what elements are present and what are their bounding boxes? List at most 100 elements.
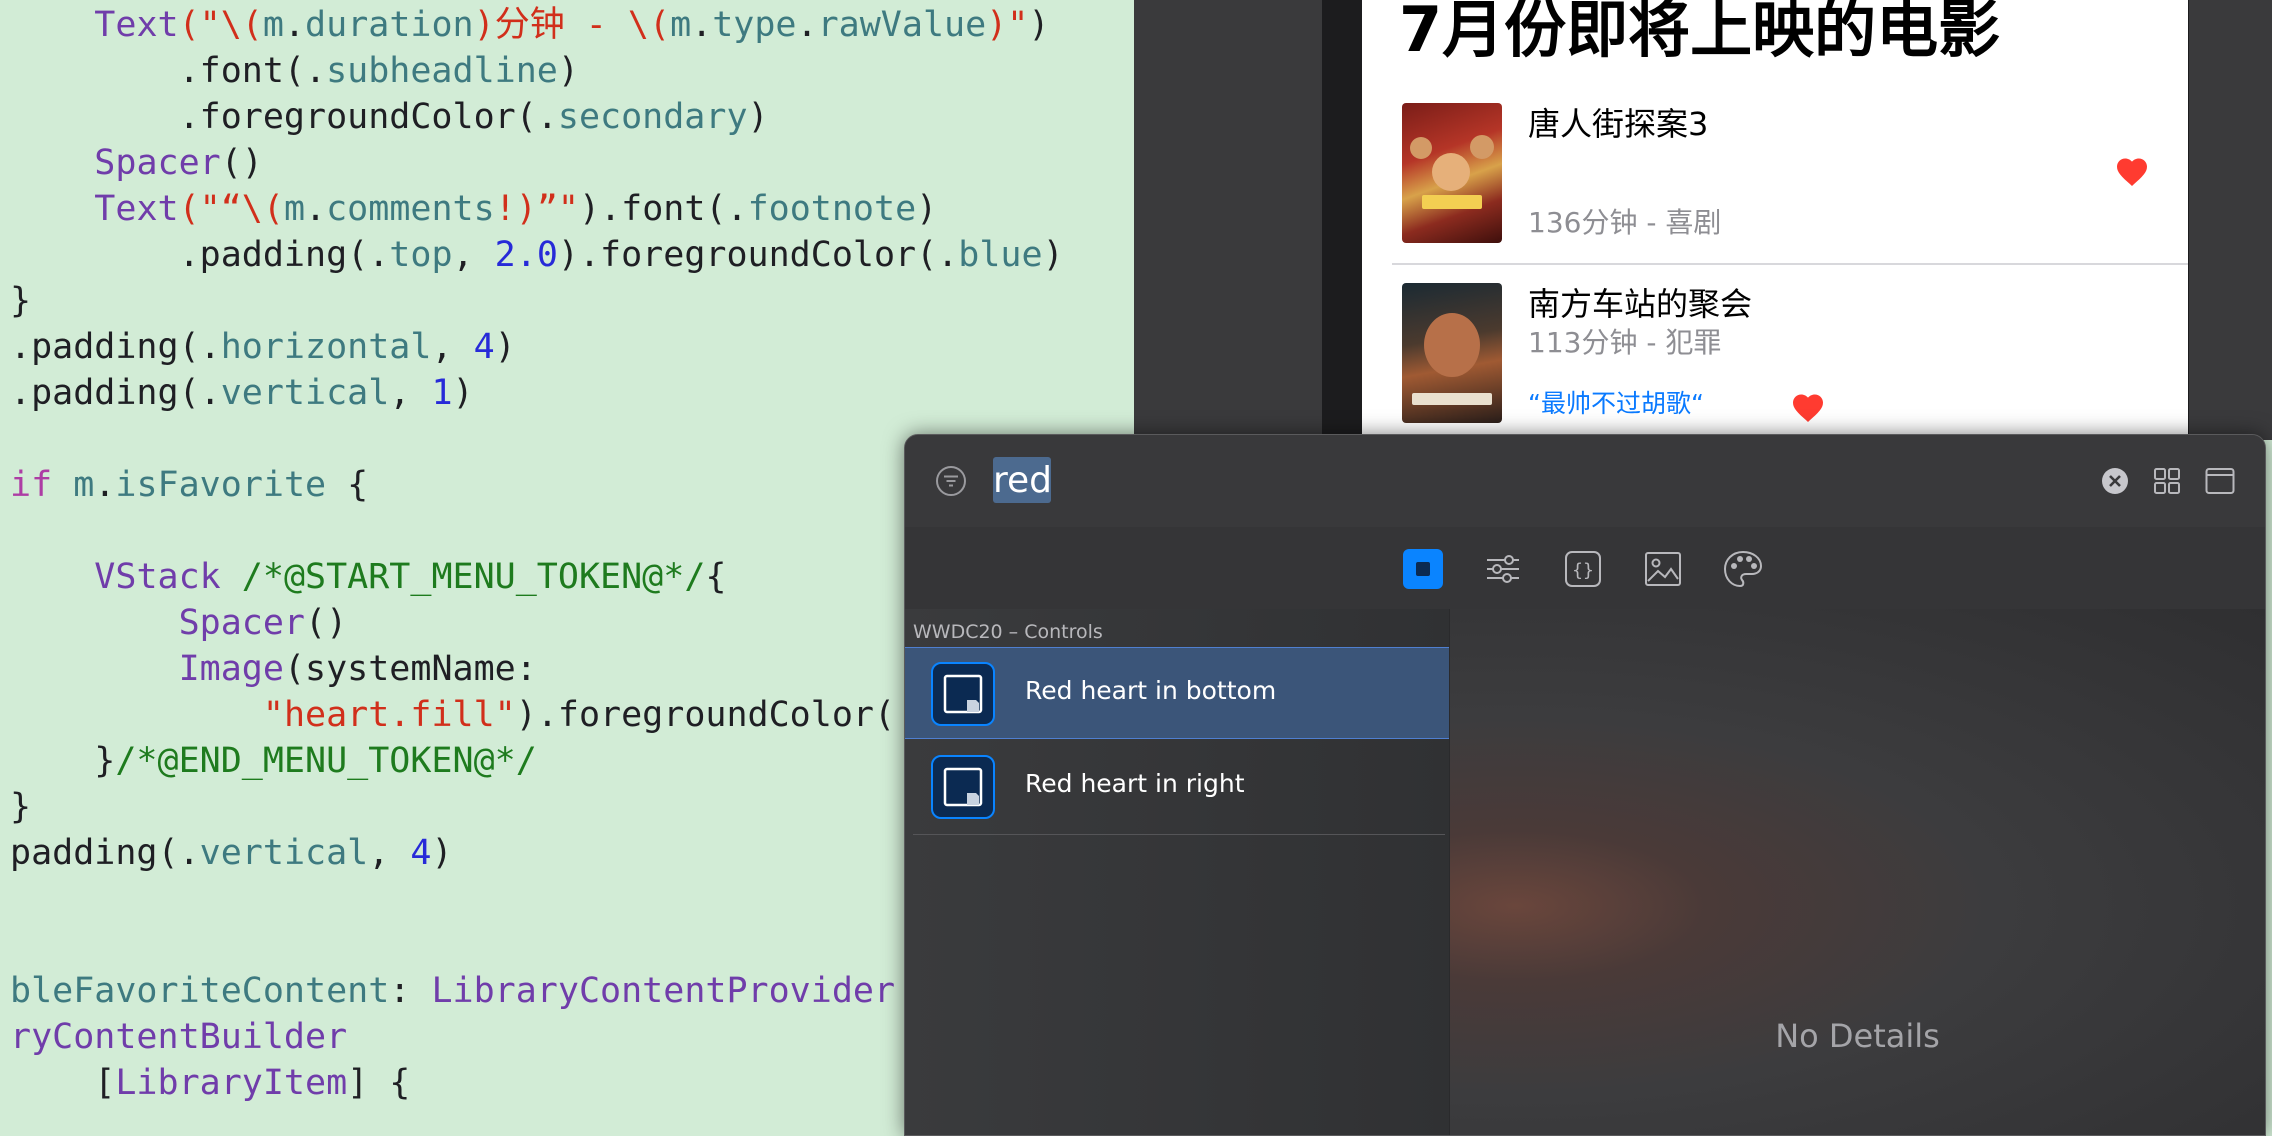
code-token: type bbox=[712, 5, 797, 45]
filter-icon[interactable] bbox=[935, 465, 967, 497]
library-panel: {} WWDC20 – Controls Red heart in bottom bbox=[904, 434, 2266, 1136]
code-token: comments bbox=[326, 189, 495, 229]
code-token: Text bbox=[94, 189, 179, 229]
grid-view-icon[interactable] bbox=[2153, 467, 2181, 495]
code-token: .padding(. bbox=[10, 327, 221, 367]
code-token: duration bbox=[305, 5, 474, 45]
code-line: } bbox=[10, 278, 31, 324]
code-line: padding(.vertical, 4) bbox=[10, 830, 453, 876]
code-token: /*@END_MENU_TOKEN@*/ bbox=[115, 741, 537, 781]
code-token: Spacer bbox=[178, 603, 306, 643]
movie-name: 唐人街探案3 bbox=[1528, 105, 1709, 143]
code-token: , bbox=[389, 373, 432, 413]
code-token: . bbox=[796, 5, 818, 45]
code-token: )" bbox=[986, 5, 1029, 45]
code-token: ("“\( bbox=[178, 189, 284, 229]
code-token: .font(. bbox=[10, 51, 327, 91]
code-token: : bbox=[389, 971, 432, 1011]
code-token: horizontal bbox=[220, 327, 432, 367]
code-line: ryContentBuilder bbox=[10, 1014, 347, 1060]
code-line: Text("“\(m.comments!)”").font(.footnote) bbox=[10, 186, 937, 232]
code-token: , bbox=[452, 235, 495, 275]
library-item-red-heart-in-bottom[interactable]: Red heart in bottom bbox=[905, 647, 1449, 739]
code-token: .padding(. bbox=[10, 373, 221, 413]
code-token: .foregroundColor(. bbox=[10, 97, 558, 137]
code-token: .padding(. bbox=[10, 235, 390, 275]
code-token: } bbox=[10, 281, 32, 321]
simulator-screen: 7月份即将上映的电影 唐人街探案3 136分钟 - 喜剧 南方车站的聚会 113… bbox=[1362, 0, 2188, 440]
code-token: m bbox=[73, 465, 95, 505]
code-line: [LibraryItem] { bbox=[10, 1060, 410, 1106]
code-token: ) bbox=[1028, 5, 1050, 45]
library-item-list: WWDC20 – Controls Red heart in bottom Re… bbox=[905, 609, 1450, 1135]
library-tab-bar: {} bbox=[905, 527, 2265, 610]
code-line: .padding(.top, 2.0).foregroundColor(.blu… bbox=[10, 232, 1064, 278]
code-line: Spacer() bbox=[10, 600, 348, 646]
heart-shape bbox=[1793, 394, 1823, 422]
code-token: Image bbox=[178, 649, 284, 689]
code-line: Text("\(m.duration)分钟 - \(m.type.rawValu… bbox=[10, 2, 1049, 48]
search-input[interactable] bbox=[993, 455, 1893, 505]
code-token: , bbox=[431, 327, 474, 367]
code-line: .padding(.horizontal, 4) bbox=[10, 324, 516, 370]
code-token: 1 bbox=[431, 373, 453, 413]
code-token: } bbox=[10, 787, 32, 827]
code-token: ) bbox=[494, 327, 516, 367]
colors-tab-icon[interactable] bbox=[1723, 549, 1763, 589]
code-token: LibraryItem bbox=[115, 1063, 348, 1103]
movie-meta: 113分钟 - 犯罪 bbox=[1528, 326, 1722, 359]
code-token: ) bbox=[747, 97, 769, 137]
library-detail-pane: No Details bbox=[1450, 609, 2265, 1135]
code-line: } bbox=[10, 784, 31, 830]
clear-search-icon[interactable] bbox=[2101, 467, 2129, 495]
code-token: bleFavoriteContent bbox=[10, 971, 390, 1011]
snippets-tab-icon[interactable]: {} bbox=[1563, 549, 1603, 589]
code-line: Image(systemName: bbox=[10, 646, 537, 692]
code-token: ) bbox=[916, 189, 938, 229]
code-token: ) bbox=[431, 833, 453, 873]
code-token: { bbox=[326, 465, 369, 505]
code-token: Spacer bbox=[94, 143, 221, 183]
code-token: ).font(. bbox=[578, 189, 748, 229]
no-details-label: No Details bbox=[1775, 1017, 1940, 1055]
code-token: rawValue bbox=[817, 5, 987, 45]
code-token: 4 bbox=[473, 327, 495, 367]
movie-comment: “最帅不过胡歌“ bbox=[1528, 389, 1704, 418]
code-token: vertical bbox=[220, 373, 390, 413]
code-token: blue bbox=[958, 235, 1043, 275]
code-token: (systemName: bbox=[283, 649, 537, 689]
row-divider bbox=[1392, 263, 2188, 265]
group-header: WWDC20 – Controls bbox=[913, 621, 1103, 643]
view-item-icon bbox=[931, 755, 995, 819]
code-token: . bbox=[691, 5, 713, 45]
code-token: () bbox=[305, 603, 348, 643]
media-tab-icon[interactable] bbox=[1643, 549, 1683, 589]
movie-meta: 136分钟 - 喜剧 bbox=[1528, 206, 1722, 239]
code-line: "heart.fill").foregroundColor( bbox=[10, 692, 895, 738]
item-divider bbox=[913, 834, 1445, 835]
code-line: .foregroundColor(.secondary) bbox=[10, 94, 769, 140]
code-token: 4 bbox=[410, 833, 432, 873]
code-token: . bbox=[283, 5, 306, 45]
code-token: 2.0 bbox=[494, 235, 558, 275]
library-item-red-heart-in-right[interactable]: Red heart in right bbox=[905, 741, 1449, 833]
library-item-label: Red heart in bottom bbox=[1025, 676, 1277, 705]
code-line: if m.isFavorite { bbox=[10, 462, 368, 508]
window-icon[interactable] bbox=[2205, 467, 2235, 495]
svg-text:{}: {} bbox=[1572, 560, 1594, 581]
code-token: /*@START_MENU_TOKEN@*/ bbox=[220, 557, 706, 597]
code-line: VStack /*@START_MENU_TOKEN@*/{ bbox=[10, 554, 726, 600]
modifiers-tab-icon[interactable] bbox=[1483, 549, 1523, 589]
code-token: "heart.fill" bbox=[262, 695, 516, 735]
code-token: if bbox=[10, 465, 53, 505]
code-token: ("\( bbox=[178, 5, 263, 45]
code-token: top bbox=[389, 235, 453, 275]
movie-poster-image bbox=[1402, 103, 1502, 243]
views-tab-icon[interactable] bbox=[1403, 549, 1443, 589]
